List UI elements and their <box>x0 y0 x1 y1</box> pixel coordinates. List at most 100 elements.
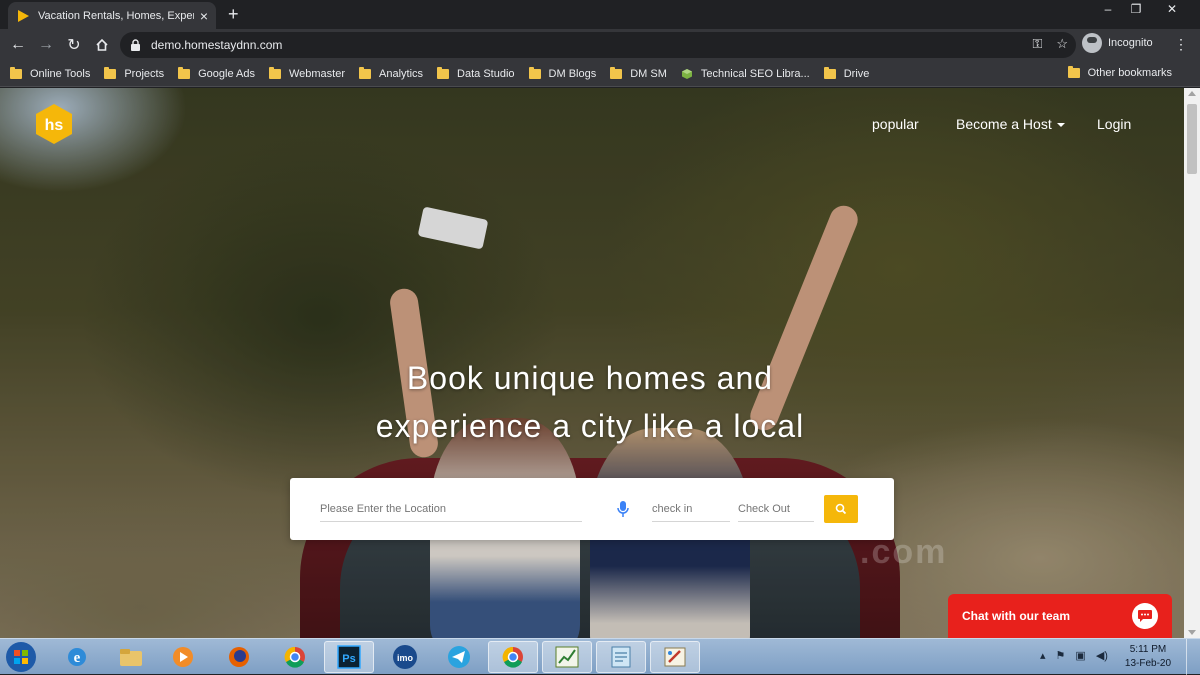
bookmark-drive[interactable]: Drive <box>823 66 870 80</box>
tab-title: Vacation Rentals, Homes, Experie <box>38 9 194 22</box>
bookmark-analytics[interactable]: Analytics <box>359 66 424 80</box>
reload-icon[interactable]: ↻ <box>60 31 88 59</box>
caret-down-icon <box>1056 123 1065 128</box>
menu-kebab-icon[interactable]: ⋮ <box>1174 36 1188 53</box>
logo-text: hs <box>45 117 64 134</box>
minimize-button[interactable]: – <box>1094 0 1122 18</box>
bookmark-data-studio[interactable]: Data Studio <box>437 66 515 80</box>
flag-icon[interactable]: ⚑ <box>1056 649 1066 662</box>
photoshop-icon[interactable]: Ps <box>324 641 374 673</box>
clock-date: 13-Feb-20 <box>1124 658 1172 669</box>
page-viewport: hs popular Become a Host Login Book uniq… <box>0 88 1184 638</box>
nav-become-host-label: Become a Host <box>956 116 1052 132</box>
page-scrollbar[interactable] <box>1184 88 1200 638</box>
folder-icon <box>437 66 450 79</box>
address-bar[interactable]: demo.homestaydnn.com ⚿ ☆ <box>120 32 1076 58</box>
media-player-icon[interactable] <box>158 641 208 673</box>
checkout-input[interactable] <box>738 496 814 522</box>
bookmark-label: DM SM <box>630 67 667 80</box>
chrome-icon[interactable] <box>488 641 538 673</box>
bookmark-label: Data Studio <box>457 67 515 80</box>
taskbar-clock[interactable]: 5:11 PM 13-Feb-20 <box>1118 643 1178 671</box>
network-icon[interactable]: ▣ <box>1075 649 1085 662</box>
nav-become-host-link[interactable]: Become a Host <box>956 116 1065 132</box>
folder-icon <box>1067 66 1080 78</box>
incognito-icon <box>1082 33 1102 53</box>
browser-toolbar: ← → ↻ demo.homestaydnn.com ⚿ ☆ <box>0 29 1200 61</box>
chat-widget[interactable]: Chat with our team <box>948 594 1172 638</box>
key-icon[interactable]: ⚿ <box>1032 36 1042 52</box>
search-icon <box>835 503 847 515</box>
bookmark-label: DM Blogs <box>548 67 597 80</box>
location-input[interactable] <box>320 496 582 522</box>
window-controls: – ❐ ✕ <box>1094 0 1194 18</box>
site-logo[interactable]: hs <box>33 103 75 145</box>
folder-icon <box>178 66 191 79</box>
forward-arrow-icon[interactable]: → <box>32 31 60 59</box>
svg-text:e: e <box>74 650 81 666</box>
bookmark-label: Analytics <box>379 67 424 80</box>
scroll-up-icon[interactable] <box>1188 91 1196 96</box>
bookmark-label: Other bookmarks <box>1087 67 1172 79</box>
bookmark-label: Drive <box>843 67 870 80</box>
bookmark-label: Online Tools <box>30 67 91 80</box>
url-text: demo.homestaydnn.com <box>151 38 283 52</box>
internet-explorer-icon[interactable]: e <box>52 641 102 673</box>
bookmark-other[interactable]: Other bookmarks <box>1067 66 1172 79</box>
search-button[interactable] <box>824 495 858 523</box>
folder-icon <box>359 66 372 79</box>
chrome-icon[interactable] <box>270 641 320 673</box>
home-icon[interactable] <box>88 31 116 59</box>
windows-start-icon[interactable] <box>4 641 38 673</box>
browser-tab[interactable]: Vacation Rentals, Homes, Experie × <box>8 2 216 29</box>
chat-bubble-icon <box>1132 603 1158 629</box>
checkin-input[interactable] <box>652 496 730 522</box>
imo-icon[interactable]: imo <box>380 641 430 673</box>
bookmark-google-ads[interactable]: Google Ads <box>178 66 255 80</box>
windows-taskbar: e Ps imo ▴ ⚑ ▣ ◀) 5:11 PM 13-Feb-20 <box>0 638 1200 675</box>
headline-line-1: Book unique homes and <box>406 360 774 396</box>
system-tray: ▴ ⚑ ▣ ◀) <box>1040 649 1108 662</box>
firefox-icon[interactable] <box>214 641 264 673</box>
bookmark-dm-blogs[interactable]: DM Blogs <box>528 66 597 80</box>
volume-icon[interactable]: ◀) <box>1096 649 1108 662</box>
bookmark-dm-sm[interactable]: DM SM <box>610 66 667 80</box>
microphone-icon[interactable] <box>616 500 630 518</box>
bookmark-projects[interactable]: Projects <box>104 66 164 80</box>
search-form <box>290 478 894 540</box>
restore-button[interactable]: ❐ <box>1122 0 1150 18</box>
paint-icon[interactable] <box>650 641 700 673</box>
back-arrow-icon[interactable]: ← <box>4 31 32 59</box>
favicon-icon <box>18 9 29 22</box>
bookmark-webmaster[interactable]: Webmaster <box>268 66 345 80</box>
file-explorer-icon[interactable] <box>106 641 156 673</box>
notepad-icon[interactable] <box>596 641 646 673</box>
chart-app-icon[interactable] <box>542 641 592 673</box>
profile-button[interactable]: Incognito <box>1082 33 1153 53</box>
folder-icon <box>528 66 541 79</box>
bookmark-label: Technical SEO Libra... <box>700 67 810 80</box>
show-desktop-button[interactable] <box>1186 639 1200 675</box>
new-tab-button[interactable]: + <box>228 4 239 24</box>
photoshop-label: Ps <box>342 653 355 665</box>
telegram-icon[interactable] <box>434 641 484 673</box>
tab-close-icon[interactable]: × <box>200 9 208 23</box>
bookmark-online-tools[interactable]: Online Tools <box>10 66 91 80</box>
bookmarks-bar: Online Tools Projects Google Ads Webmast… <box>0 61 1200 87</box>
nav-login-link[interactable]: Login <box>1097 116 1131 132</box>
scroll-down-icon[interactable] <box>1188 630 1196 635</box>
nav-popular-link[interactable]: popular <box>872 116 919 132</box>
headline-line-2: experience a city like a local <box>375 408 805 444</box>
cube-icon <box>681 68 692 79</box>
profile-label: Incognito <box>1108 37 1153 49</box>
folder-icon <box>268 66 281 79</box>
tray-expand-icon[interactable]: ▴ <box>1040 649 1046 662</box>
star-icon[interactable]: ☆ <box>1056 36 1068 52</box>
folder-icon <box>823 66 836 79</box>
hero-headline: Book unique homes and experience a city … <box>300 354 880 450</box>
bookmark-technical-seo[interactable]: Technical SEO Libra... <box>681 68 810 80</box>
folder-icon <box>610 66 623 79</box>
scroll-thumb[interactable] <box>1187 104 1197 174</box>
imo-label: imo <box>397 653 414 663</box>
close-window-button[interactable]: ✕ <box>1150 0 1194 18</box>
